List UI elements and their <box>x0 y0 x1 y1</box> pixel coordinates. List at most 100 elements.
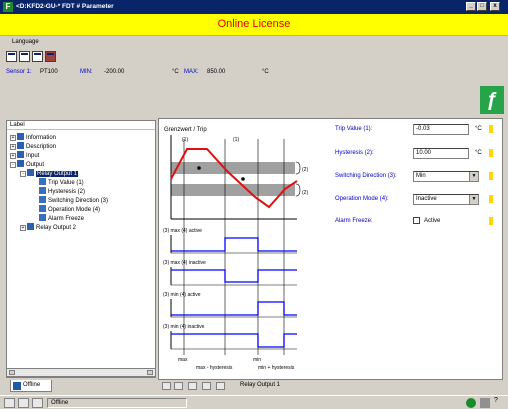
signal-max-inactive <box>171 269 297 283</box>
relay-icon <box>27 169 34 176</box>
row-label-max-inactive: (3) max (4) inactive <box>163 260 206 266</box>
book-icon[interactable] <box>45 51 56 62</box>
home-icon[interactable] <box>162 382 171 390</box>
expander-icon[interactable]: + <box>20 225 26 231</box>
up-icon[interactable] <box>202 382 211 390</box>
tree-item-relay-output-2[interactable]: + Relay Output 2 <box>20 223 76 231</box>
help-icon[interactable] <box>489 195 493 203</box>
offline-icon <box>13 382 21 390</box>
minimize-button[interactable]: _ <box>466 2 476 11</box>
window-title: <D:KFD2-GU-* FDT # Parameter <box>16 3 114 10</box>
temperature-curve <box>170 148 298 209</box>
marker-1-left: (1) <box>182 137 188 143</box>
trip-unit: °C <box>475 126 482 132</box>
pepperl-fuchs-logo: ƒ <box>480 86 504 114</box>
alarm-freeze-value: Active <box>424 218 441 224</box>
disconnect-icon[interactable] <box>32 398 43 408</box>
menu-language[interactable]: Language <box>12 39 39 45</box>
help-icon[interactable] <box>489 149 493 157</box>
tree-item-switching-direction[interactable]: Switching Direction (3) <box>39 196 108 204</box>
online-status-icon <box>466 398 476 408</box>
x-label-min: min <box>253 357 261 363</box>
connect-icon[interactable] <box>4 398 15 408</box>
forward-icon[interactable] <box>188 382 197 390</box>
tree-item-relay-output-1[interactable]: - Relay Output 1 <box>20 169 79 177</box>
min-label: MIN: <box>80 69 93 75</box>
relay-diagram: Grenzwert / Trip (1) (1) (2) (2) (3) max… <box>159 119 339 379</box>
diagram-title: Grenzwert / Trip <box>164 127 207 133</box>
license-banner: Online License <box>0 14 508 36</box>
bracket-lower <box>295 183 301 197</box>
parameter-icon <box>39 178 46 185</box>
location-icon[interactable] <box>216 382 225 390</box>
status-text: Offline <box>47 398 187 408</box>
help-icon[interactable] <box>489 217 493 225</box>
expander-icon[interactable]: - <box>20 171 26 177</box>
parameter-icon <box>39 205 46 212</box>
parameter-icon <box>39 214 46 221</box>
view-icon[interactable] <box>6 51 17 62</box>
unit-label-2: °C <box>262 69 269 75</box>
switching-direction-select[interactable]: Min ▼ <box>413 171 479 182</box>
expander-icon[interactable]: + <box>10 144 16 150</box>
folder-icon <box>17 160 24 167</box>
signal-min-active <box>171 301 297 316</box>
hysteresis-field[interactable]: 10.00 <box>413 148 469 159</box>
tree-header: Label <box>7 121 155 130</box>
row-label-min-inactive: (3) min (4) inactive <box>163 324 205 330</box>
chevron-down-icon[interactable]: ▼ <box>469 195 478 204</box>
parameter-icon <box>39 187 46 194</box>
operation-mode-select[interactable]: Inactive ▼ <box>413 194 479 205</box>
status-bar: Offline ? <box>0 395 508 409</box>
tree-item-alarm-freeze[interactable]: Alarm Freeze <box>39 214 84 222</box>
trip-value-field[interactable]: -0.03 <box>413 124 469 135</box>
marker-2-lower: (2) <box>302 190 308 196</box>
marker-1-right: (1) <box>233 137 239 143</box>
tree-horizontal-scrollbar[interactable] <box>6 368 156 377</box>
table-icon[interactable] <box>19 51 30 62</box>
tab-offline[interactable]: Offline <box>10 380 52 392</box>
tree-item-operation-mode[interactable]: Operation Mode (4) <box>39 205 100 213</box>
unit-label-1: °C <box>172 69 179 75</box>
alarm-freeze-checkbox[interactable] <box>413 217 420 224</box>
printer-icon[interactable] <box>480 398 490 408</box>
folder-icon <box>17 142 24 149</box>
expander-icon[interactable]: + <box>10 135 16 141</box>
scroll-right-icon[interactable] <box>147 370 153 375</box>
tree-item-input[interactable]: + Input <box>10 151 39 159</box>
trip-point-marker <box>241 177 245 181</box>
title-bar: F <D:KFD2-GU-* FDT # Parameter _ □ x <box>0 0 508 14</box>
license-banner-text: Online License <box>217 18 291 30</box>
tree-item-hysteresis[interactable]: Hysteresis (2) <box>39 187 85 195</box>
expander-icon[interactable]: + <box>10 153 16 159</box>
sensor-info-bar: Sensor 1: PT100 MIN: -200.00 °C MAX: 850… <box>0 66 508 80</box>
tree-item-output[interactable]: - Output <box>10 160 44 168</box>
folder-icon <box>17 133 24 140</box>
device-icon[interactable] <box>18 398 29 408</box>
maximize-button[interactable]: □ <box>477 2 487 11</box>
sensor-value: PT100 <box>40 69 58 75</box>
tree-item-description[interactable]: + Description <box>10 142 56 150</box>
sensor-label: Sensor 1: <box>6 69 32 75</box>
help-icon[interactable] <box>489 172 493 180</box>
help-icon[interactable]: ? <box>494 397 498 404</box>
switching-direction-label: Switching Direction (3): <box>335 173 397 179</box>
tree-item-trip-value[interactable]: Trip Value (1) <box>39 178 84 186</box>
x-label-min-hysteresis: min + hysteresis <box>258 365 295 371</box>
back-icon[interactable] <box>174 382 183 390</box>
chevron-down-icon[interactable]: ▼ <box>469 172 478 181</box>
list-icon[interactable] <box>32 51 43 62</box>
navigation-bar: Relay Output 1 <box>158 380 503 392</box>
trip-value-label: Trip Value (1): <box>335 126 373 132</box>
lower-hysteresis-band <box>171 184 295 196</box>
row-label-max-active: (3) max (4) active <box>163 228 202 234</box>
close-button[interactable]: x <box>490 2 500 11</box>
bracket-upper <box>295 161 301 175</box>
scroll-left-icon[interactable] <box>9 370 15 375</box>
help-icon[interactable] <box>489 125 493 133</box>
x-label-max: max <box>178 357 188 363</box>
app-icon: F <box>3 2 13 12</box>
expander-icon[interactable]: - <box>10 162 16 168</box>
tree-item-information[interactable]: + Information <box>10 133 56 141</box>
max-value: 850.00 <box>207 69 226 75</box>
